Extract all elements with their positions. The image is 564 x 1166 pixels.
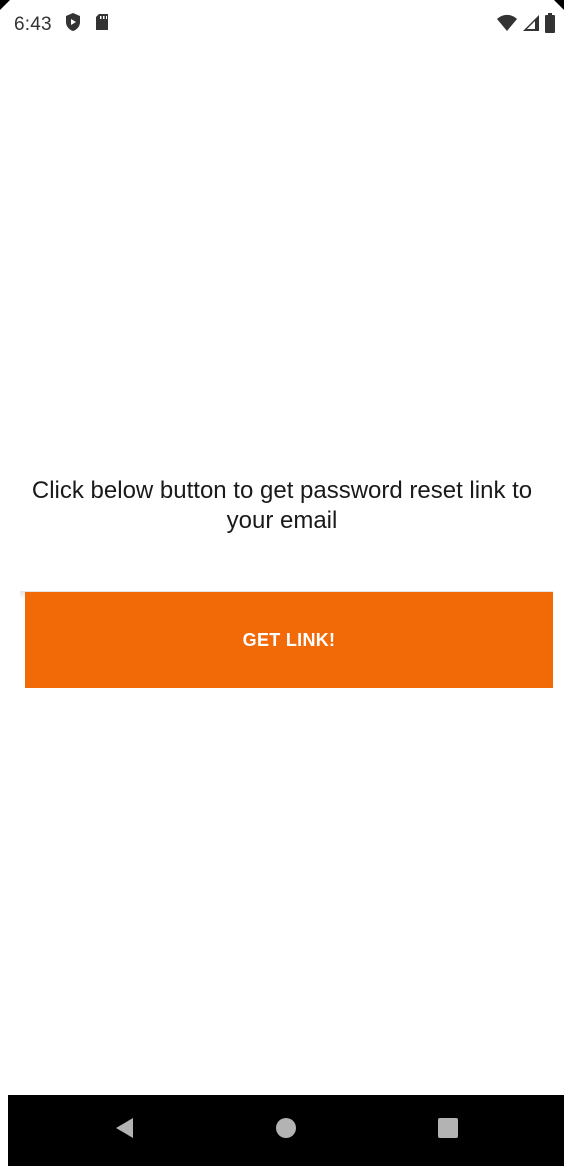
- status-bar: 6:43: [0, 0, 564, 48]
- instruction-text: Click below button to get password reset…: [31, 477, 533, 534]
- status-right: [496, 13, 556, 38]
- back-icon: [113, 1116, 135, 1145]
- home-button[interactable]: [246, 1095, 326, 1166]
- shield-icon: [64, 12, 82, 37]
- get-link-button[interactable]: GET LINK!: [25, 592, 553, 688]
- battery-icon: [544, 13, 556, 38]
- recents-icon: [437, 1117, 459, 1144]
- corner-decoration: [0, 0, 10, 10]
- corner-decoration: [554, 0, 564, 10]
- back-button[interactable]: [84, 1095, 164, 1166]
- signal-icon: [522, 14, 540, 37]
- screen: 6:43 Click below button to get password …: [0, 0, 564, 1166]
- reset-password-content: Click below button to get password reset…: [0, 48, 564, 1095]
- wifi-icon: [496, 14, 518, 37]
- navigation-bar: [8, 1095, 564, 1166]
- status-time: 6:43: [14, 13, 52, 35]
- home-icon: [275, 1117, 297, 1144]
- sd-card-icon: [94, 13, 110, 36]
- status-left: 6:43: [14, 12, 110, 37]
- recents-button[interactable]: [408, 1095, 488, 1166]
